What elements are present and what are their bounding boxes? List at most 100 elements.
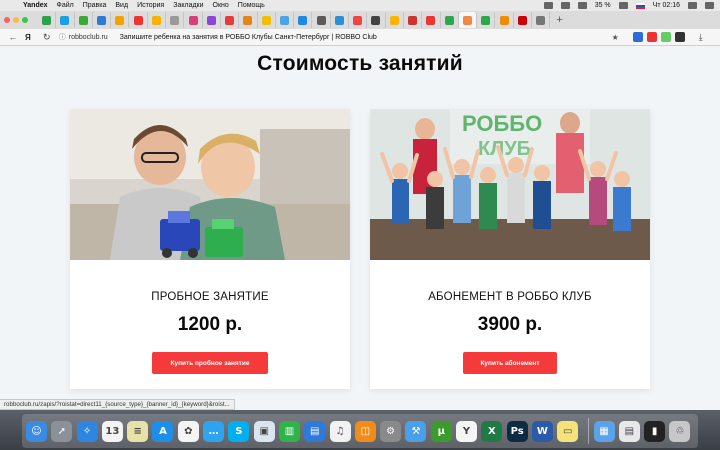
browser-tab[interactable] <box>148 12 167 28</box>
browser-tab[interactable] <box>458 12 478 28</box>
menu-bookmarks[interactable]: Закладки <box>173 2 203 9</box>
browser-extension-icon[interactable] <box>674 32 685 42</box>
browser-tab[interactable] <box>386 12 404 28</box>
word-icon[interactable]: W <box>531 420 553 442</box>
browser-tab[interactable] <box>331 12 350 28</box>
battery-icon[interactable] <box>618 2 628 9</box>
itunes-icon[interactable]: ♫ <box>329 420 351 442</box>
terminal-icon[interactable]: ▮ <box>644 420 666 442</box>
tab-favicon-icon <box>78 15 88 25</box>
tab-favicon-icon <box>170 15 180 25</box>
browser-extension-icon[interactable] <box>646 32 657 42</box>
browser-tab[interactable] <box>312 12 331 28</box>
menu-view[interactable]: Вид <box>115 2 128 9</box>
excel-icon[interactable]: X <box>481 420 503 442</box>
numbers-icon[interactable]: ▥ <box>278 420 300 442</box>
address-page-title: Запишите ребенка на занятия в РОББО Клуб… <box>119 33 377 41</box>
utorrent-icon[interactable]: μ <box>430 420 452 442</box>
address-bar[interactable]: ⓘ robboclub.ru Запишите ребенка на занят… <box>59 32 619 42</box>
refresh-icon[interactable]: ↻ <box>41 32 53 43</box>
photoshop-icon[interactable]: Ps <box>506 420 528 442</box>
browser-tab[interactable] <box>367 12 386 28</box>
input-language-flag-icon[interactable] <box>635 2 645 9</box>
menu-window[interactable]: Окно <box>213 2 229 9</box>
system-preferences-icon[interactable]: ⚙ <box>380 420 402 442</box>
app-store-icon[interactable]: A <box>152 420 174 442</box>
messages-icon[interactable]: … <box>203 420 225 442</box>
browser-tab[interactable] <box>239 12 258 28</box>
yandex-browser-icon[interactable]: Y <box>456 420 478 442</box>
menubar-clock[interactable]: Чт 02:16 <box>653 2 680 9</box>
download-icon[interactable]: ⤓ <box>699 32 703 43</box>
menu-help[interactable]: Помощь <box>238 2 265 9</box>
browser-tab[interactable] <box>111 12 130 28</box>
safari-icon[interactable]: ✧ <box>76 420 98 442</box>
browser-tab[interactable] <box>276 12 295 28</box>
xcode-icon[interactable]: ⚒ <box>405 420 427 442</box>
menu-app-name[interactable]: Yandex <box>23 2 48 9</box>
status-url-tooltip: robboclub.ru/zapis/?roistat=direct11_{so… <box>0 399 235 410</box>
maximize-window-icon[interactable] <box>22 17 28 23</box>
browser-tab[interactable] <box>184 12 203 28</box>
launchpad-icon[interactable]: ➚ <box>51 420 73 442</box>
buy-subscription-button[interactable]: Купить абонемент <box>463 352 557 374</box>
browser-tab[interactable] <box>75 12 93 28</box>
browser-tab[interactable] <box>129 12 148 28</box>
tab-favicon-icon <box>462 15 472 25</box>
close-window-icon[interactable] <box>4 17 10 23</box>
browser-tab[interactable] <box>166 12 185 28</box>
preview-icon[interactable]: ▣ <box>253 420 275 442</box>
browser-tab[interactable] <box>532 12 551 28</box>
browser-tab[interactable] <box>422 12 441 28</box>
browser-tab[interactable] <box>514 12 533 28</box>
stickies-icon[interactable]: ▭ <box>557 420 579 442</box>
browser-tab[interactable] <box>495 12 514 28</box>
spotlight-search-icon[interactable] <box>688 2 697 9</box>
buy-trial-button[interactable]: Купить пробное занятие <box>152 352 268 374</box>
tab-favicon-icon <box>188 15 198 25</box>
back-arrow-icon[interactable]: ← <box>7 32 19 42</box>
trash-icon[interactable]: ♲ <box>669 420 691 442</box>
browser-tab[interactable] <box>203 12 221 28</box>
menu-history[interactable]: История <box>137 2 164 9</box>
ibooks-icon[interactable]: ◫ <box>354 420 376 442</box>
site-info-icon[interactable]: ⓘ <box>59 32 66 42</box>
browser-tab[interactable] <box>221 12 240 28</box>
browser-extension-icon[interactable] <box>632 32 643 42</box>
new-tab-button[interactable]: + <box>556 14 562 26</box>
menu-edit[interactable]: Правка <box>83 2 107 9</box>
documents-stack-icon[interactable]: ▤ <box>618 420 640 442</box>
browser-tab[interactable] <box>349 12 368 28</box>
browser-tab[interactable] <box>294 12 313 28</box>
browser-tab[interactable] <box>477 12 496 28</box>
browser-tab[interactable] <box>258 12 276 28</box>
tab-favicon-icon <box>115 15 125 25</box>
dock-shelf: ☺ ➚ ✧ 13 ≡ A ✿… S ▣ ▥ ▤ ♫ ◫ ⚙ ⚒ μ Y X Ps W ▭ ▦ ▤ ▮ ♲ <box>22 414 698 448</box>
battery-percent[interactable]: 35 % <box>595 2 611 9</box>
keynote-icon[interactable]: ▤ <box>304 420 326 442</box>
tab-favicon-icon <box>316 15 326 25</box>
photos-icon[interactable]: ✿ <box>177 420 199 442</box>
yandex-logo-icon[interactable]: Я <box>25 33 31 42</box>
menu-file[interactable]: Файл <box>57 2 74 9</box>
downloads-folder-icon[interactable]: ▦ <box>593 420 615 442</box>
wifi-icon[interactable] <box>577 2 587 9</box>
finder-icon[interactable]: ☺ <box>26 420 47 442</box>
tab-favicon-icon <box>408 15 418 25</box>
gmail-status-icon[interactable] <box>543 2 553 9</box>
browser-tab[interactable] <box>38 12 57 28</box>
browser-tab[interactable] <box>56 12 75 28</box>
browser-extension-icon[interactable] <box>660 32 671 42</box>
calendar-icon[interactable]: 13 <box>101 420 123 442</box>
notes-icon[interactable]: ≡ <box>127 420 149 442</box>
skype-icon[interactable]: S <box>228 420 250 442</box>
minimize-window-icon[interactable] <box>13 17 19 23</box>
bookmark-star-icon[interactable]: ★ <box>612 33 619 42</box>
notification-center-icon[interactable] <box>705 2 714 9</box>
browser-tab[interactable] <box>441 12 459 28</box>
cloud-status-icon[interactable] <box>560 2 570 9</box>
browser-tab[interactable] <box>93 12 112 28</box>
tab-favicon-icon <box>536 15 546 25</box>
browser-tab[interactable] <box>404 12 423 28</box>
tab-favicon-icon <box>261 15 271 25</box>
